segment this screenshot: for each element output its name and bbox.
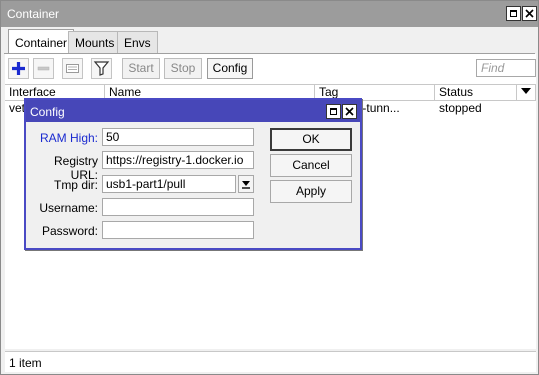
remove-button[interactable] bbox=[33, 58, 54, 79]
tmp-dir-label: Tmp dir: bbox=[53, 178, 98, 192]
ok-button[interactable]: OK bbox=[270, 128, 352, 151]
ram-high-label: RAM High: bbox=[39, 131, 98, 145]
comment-icon bbox=[66, 64, 79, 73]
username-input[interactable] bbox=[102, 198, 254, 216]
remove-icon bbox=[37, 66, 50, 71]
filter-icon bbox=[93, 61, 110, 76]
item-count: 1 item bbox=[9, 356, 42, 370]
dropdown-arrow-icon bbox=[242, 181, 250, 189]
comment-button[interactable] bbox=[62, 58, 83, 79]
chevron-down-icon bbox=[521, 88, 531, 94]
ram-high-input[interactable]: 50 bbox=[102, 128, 254, 146]
username-label: Username: bbox=[39, 201, 98, 215]
close-icon bbox=[525, 9, 534, 18]
find-input[interactable]: Find bbox=[476, 59, 536, 77]
cancel-button[interactable]: Cancel bbox=[270, 154, 352, 177]
dialog-title: Config bbox=[30, 105, 65, 119]
maximize-icon bbox=[330, 108, 337, 115]
column-header-status[interactable]: Status bbox=[435, 85, 517, 101]
registry-url-input[interactable]: https://registry-1.docker.io bbox=[102, 151, 254, 169]
window-titlebar[interactable]: Container bbox=[1, 1, 538, 27]
start-button[interactable]: Start bbox=[122, 58, 160, 79]
column-menu-button[interactable] bbox=[517, 85, 536, 101]
password-input[interactable] bbox=[102, 221, 254, 239]
close-icon bbox=[345, 107, 354, 116]
tmp-dir-input[interactable]: usb1-part1/pull bbox=[102, 175, 236, 193]
apply-button[interactable]: Apply bbox=[270, 180, 352, 203]
cell-status: stopped bbox=[439, 101, 482, 115]
stop-button[interactable]: Stop bbox=[164, 58, 202, 79]
tab-mounts[interactable]: Mounts bbox=[68, 31, 122, 53]
config-button[interactable]: Config bbox=[207, 58, 253, 79]
tab-container[interactable]: Container bbox=[8, 29, 75, 54]
add-button[interactable] bbox=[8, 58, 29, 79]
maximize-icon bbox=[510, 10, 517, 17]
status-bar: 1 item bbox=[5, 351, 536, 372]
window-title: Container bbox=[7, 7, 60, 21]
dialog-maximize-button[interactable] bbox=[326, 104, 341, 119]
config-dialog: Config RAM High: 50 Registry URL: https:… bbox=[24, 98, 362, 250]
dialog-close-button[interactable] bbox=[342, 104, 357, 119]
tab-envs[interactable]: Envs bbox=[117, 31, 158, 53]
toolbar: Start Stop Config Find bbox=[5, 54, 536, 84]
tmp-dir-dropdown-button[interactable] bbox=[238, 175, 254, 193]
filter-button[interactable] bbox=[91, 58, 112, 79]
dialog-titlebar[interactable]: Config bbox=[26, 100, 360, 122]
close-button[interactable] bbox=[522, 6, 537, 21]
maximize-button[interactable] bbox=[506, 6, 521, 21]
add-icon bbox=[12, 62, 25, 75]
password-label: Password: bbox=[41, 224, 98, 238]
